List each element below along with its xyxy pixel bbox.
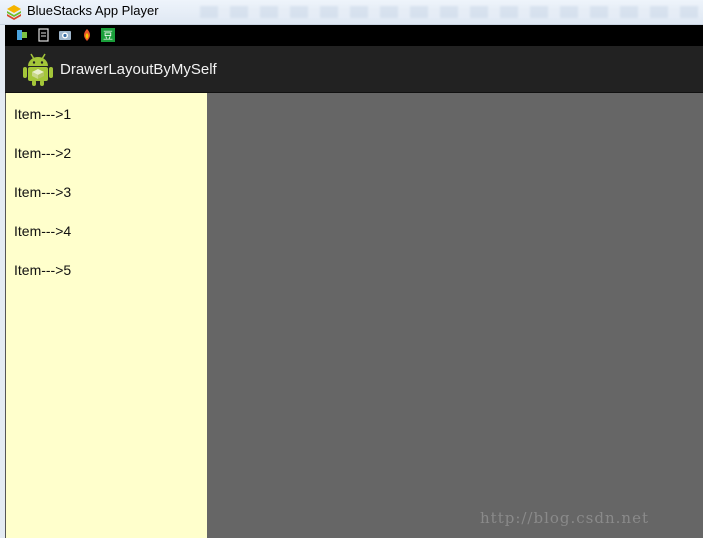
android-robot-icon[interactable]	[21, 51, 55, 87]
bluestacks-layers-icon	[7, 5, 21, 20]
navigation-drawer: Item--->1 Item--->2 Item--->3 Item--->4 …	[5, 93, 207, 538]
drawer-item-5[interactable]: Item--->5	[14, 261, 204, 291]
blurred-toolbar-background	[200, 6, 700, 18]
drawer-item-1[interactable]: Item--->1	[14, 105, 204, 135]
android-status-bar: 豆	[5, 25, 703, 46]
bluestacks-notify-icon[interactable]	[15, 28, 29, 42]
app-title: DrawerLayoutByMySelf	[60, 61, 217, 78]
camera-icon[interactable]	[58, 28, 72, 42]
document-icon[interactable]	[37, 28, 51, 42]
green-app-icon[interactable]: 豆	[101, 28, 115, 42]
drawer-item-3[interactable]: Item--->3	[14, 183, 204, 213]
window-title: BlueStacks App Player	[27, 3, 159, 18]
content-scrim[interactable]	[206, 93, 703, 538]
green-app-glyph: 豆	[103, 30, 113, 42]
flame-app-icon[interactable]	[80, 28, 94, 42]
drawer-item-2[interactable]: Item--->2	[14, 144, 204, 174]
watermark: http://blog.csdn.net	[480, 509, 649, 527]
drawer-item-4[interactable]: Item--->4	[14, 222, 204, 252]
action-bar: DrawerLayoutByMySelf	[5, 46, 703, 94]
window-titlebar: BlueStacks App Player	[0, 0, 703, 25]
